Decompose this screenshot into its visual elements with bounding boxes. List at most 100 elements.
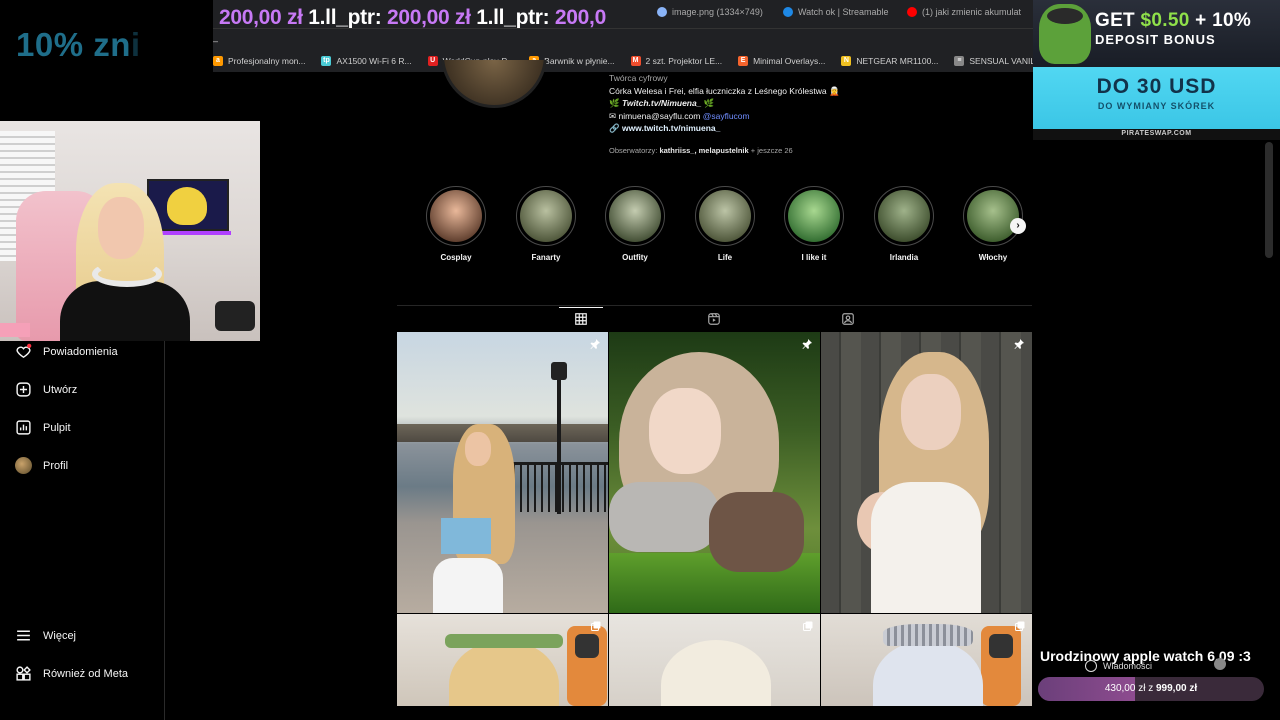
highlights-next-button[interactable]: ›	[1010, 218, 1026, 234]
highlight-cover	[699, 190, 751, 242]
tab-strip: 200,00 zł 1.ll_ptr: 200,00 zł 1.ll_ptr: …	[213, 0, 1035, 29]
highlight-label: Life	[717, 253, 733, 262]
highlight-cover	[788, 190, 840, 242]
highlight-cover	[430, 190, 482, 242]
sidebar-item-more[interactable]: Więcej	[15, 627, 76, 644]
tab-posts[interactable]	[559, 307, 603, 329]
streamer-face	[98, 197, 144, 259]
pin-icon	[1014, 339, 1024, 349]
profile-picture[interactable]	[441, 60, 547, 108]
photo-lamppost	[557, 364, 561, 514]
photo-tiara	[883, 624, 973, 646]
tab-separator	[213, 28, 1035, 29]
ad-amount: $0.50	[1140, 10, 1190, 31]
bookmark-favicon-icon: U	[427, 56, 438, 66]
tab-favicon	[657, 7, 667, 17]
ad-get: GET	[1095, 10, 1141, 31]
highlight-item[interactable]: Irlandia	[874, 186, 934, 262]
bookmark-label: AX1500 Wi-Fi 6 R...	[336, 56, 412, 66]
bio-external-link[interactable]: www.twitch.tv/nimuena_	[622, 123, 720, 133]
headset	[92, 261, 162, 287]
pin-icon	[590, 339, 600, 349]
bio-mention-link[interactable]: @sayflucom	[703, 111, 750, 121]
browser-tab[interactable]: (1) jaki zmienic akumulat	[907, 7, 1021, 17]
highlight-item[interactable]: Fanarty	[516, 186, 576, 262]
messages-button[interactable]: Wiadomości	[1085, 658, 1152, 674]
bookmark-label: SENSUAL VANILL...	[969, 56, 1035, 66]
ad-headline: GET $0.50 + 10%	[1095, 10, 1251, 32]
goal-target: 999,00 zł	[1156, 683, 1198, 694]
bookmark-label: Minimal Overlays...	[753, 56, 826, 66]
browser-tab[interactable]: Watch ok | Streamable	[783, 7, 889, 17]
post-thumbnail[interactable]	[821, 614, 1032, 706]
photo-subject-face	[465, 432, 491, 466]
donation-goal-text: 430,00 zł z 999,00 zł	[1038, 677, 1264, 701]
highlight-item[interactable]: Cosplay	[426, 186, 486, 262]
highlight-ring	[874, 186, 934, 246]
carousel-icon	[803, 621, 813, 631]
browser-tab[interactable]: image.png (1334×749)	[657, 7, 763, 17]
sidebar-item-also-from-meta[interactable]: Również od Meta	[15, 665, 128, 682]
donation-goal-bar: 430,00 zł z 999,00 zł	[1038, 677, 1264, 701]
sidebar-item-label: Utwórz	[43, 383, 78, 396]
post-thumbnail[interactable]	[609, 332, 820, 613]
sidebar-item-profile[interactable]: Profil	[15, 457, 68, 474]
photo-subject-top	[441, 518, 491, 554]
messenger-icon	[1085, 660, 1097, 672]
followers-prefix: Obserwatorzy:	[609, 145, 658, 155]
bookmark-item[interactable]: ≡ SENSUAL VANILL...	[954, 56, 1035, 66]
avatar	[1214, 658, 1226, 670]
profile-content-tabs	[397, 305, 1032, 331]
post-thumbnail[interactable]	[397, 614, 608, 706]
post-thumbnail[interactable]	[821, 332, 1032, 613]
bookmark-label: Barwnik w płynie...	[544, 56, 615, 66]
donation-ticker: 200,00 zł 1.ll_ptr: 200,00 zł 1.ll_ptr: …	[219, 6, 606, 30]
highlight-label: Fanarty	[531, 253, 561, 262]
profile-picture-image	[441, 60, 547, 108]
highlight-ring	[516, 186, 576, 246]
sidebar-item-create[interactable]: Utwórz	[15, 381, 77, 398]
highlight-label: Irlandia	[889, 253, 919, 262]
tab-favicon	[783, 7, 793, 17]
highlight-item[interactable]: Outfity	[605, 186, 665, 262]
sidebar-item-dashboard[interactable]: Pulpit	[15, 419, 71, 436]
bio-twitch-line: 🌿 Twitch.tv/Nimuena_ 🌿	[609, 97, 969, 110]
bookmark-favicon-icon: M	[630, 56, 641, 66]
bio-line: Córka Welesa i Frei, elfia łuczniczka z …	[609, 85, 840, 96]
tv-scene	[167, 187, 207, 225]
tab-dash: –	[213, 36, 219, 46]
post-thumbnail[interactable]	[397, 332, 608, 613]
sidebar-item-label: Pulpit	[43, 421, 71, 434]
photo-subject-hair	[449, 640, 559, 706]
promo-text: 10% zn	[16, 26, 131, 63]
highlight-ring	[784, 186, 844, 246]
photo-subject-hair	[661, 640, 771, 706]
post-thumbnail[interactable]	[609, 614, 820, 706]
photo-subject-dress	[871, 482, 981, 613]
page-scrollbar[interactable]	[1265, 142, 1273, 258]
bookmark-item[interactable]: N NETGEAR MR1100...	[841, 56, 938, 66]
photo-phone	[567, 626, 607, 706]
ticker-amount: 200,00 zł	[219, 6, 303, 29]
highlight-ring	[963, 186, 1023, 246]
bookmark-item[interactable]: E Minimal Overlays...	[738, 56, 825, 66]
messages-label: Wiadomości	[1103, 661, 1153, 671]
menu-icon	[17, 630, 30, 641]
bio-email-line: ✉ nimuena@sayflu.com @sayflucom	[609, 110, 969, 123]
sidebar-item-notifications[interactable]: Powiadomienia	[15, 343, 118, 360]
tab-tagged[interactable]	[826, 308, 870, 330]
goal-separator: z	[1148, 683, 1154, 694]
bio-link-line[interactable]: 🔗 www.twitch.tv/nimuena_	[609, 122, 969, 135]
highlight-item[interactable]: Life	[695, 186, 755, 262]
bookmark-label: 2 szt. Projektor LE...	[645, 56, 723, 66]
highlight-item[interactable]: I like it	[784, 186, 844, 262]
photo-flower-crown	[445, 634, 563, 648]
bookmark-item[interactable]: tp AX1500 Wi-Fi 6 R...	[321, 56, 412, 66]
tab-reels[interactable]	[692, 308, 736, 330]
mutual-followers[interactable]: Obserwatorzy: kathriiss_, melapustelnik …	[609, 145, 969, 158]
bookmark-item[interactable]: M 2 szt. Projektor LE...	[630, 56, 723, 66]
highlight-label: Outfity	[622, 253, 648, 262]
bookmark-item[interactable]: a Profesjonalny mon...	[213, 56, 305, 66]
bar-chart-icon	[16, 420, 31, 435]
bio-twitch-handle: Twitch.tv/Nimuena_	[621, 98, 702, 108]
